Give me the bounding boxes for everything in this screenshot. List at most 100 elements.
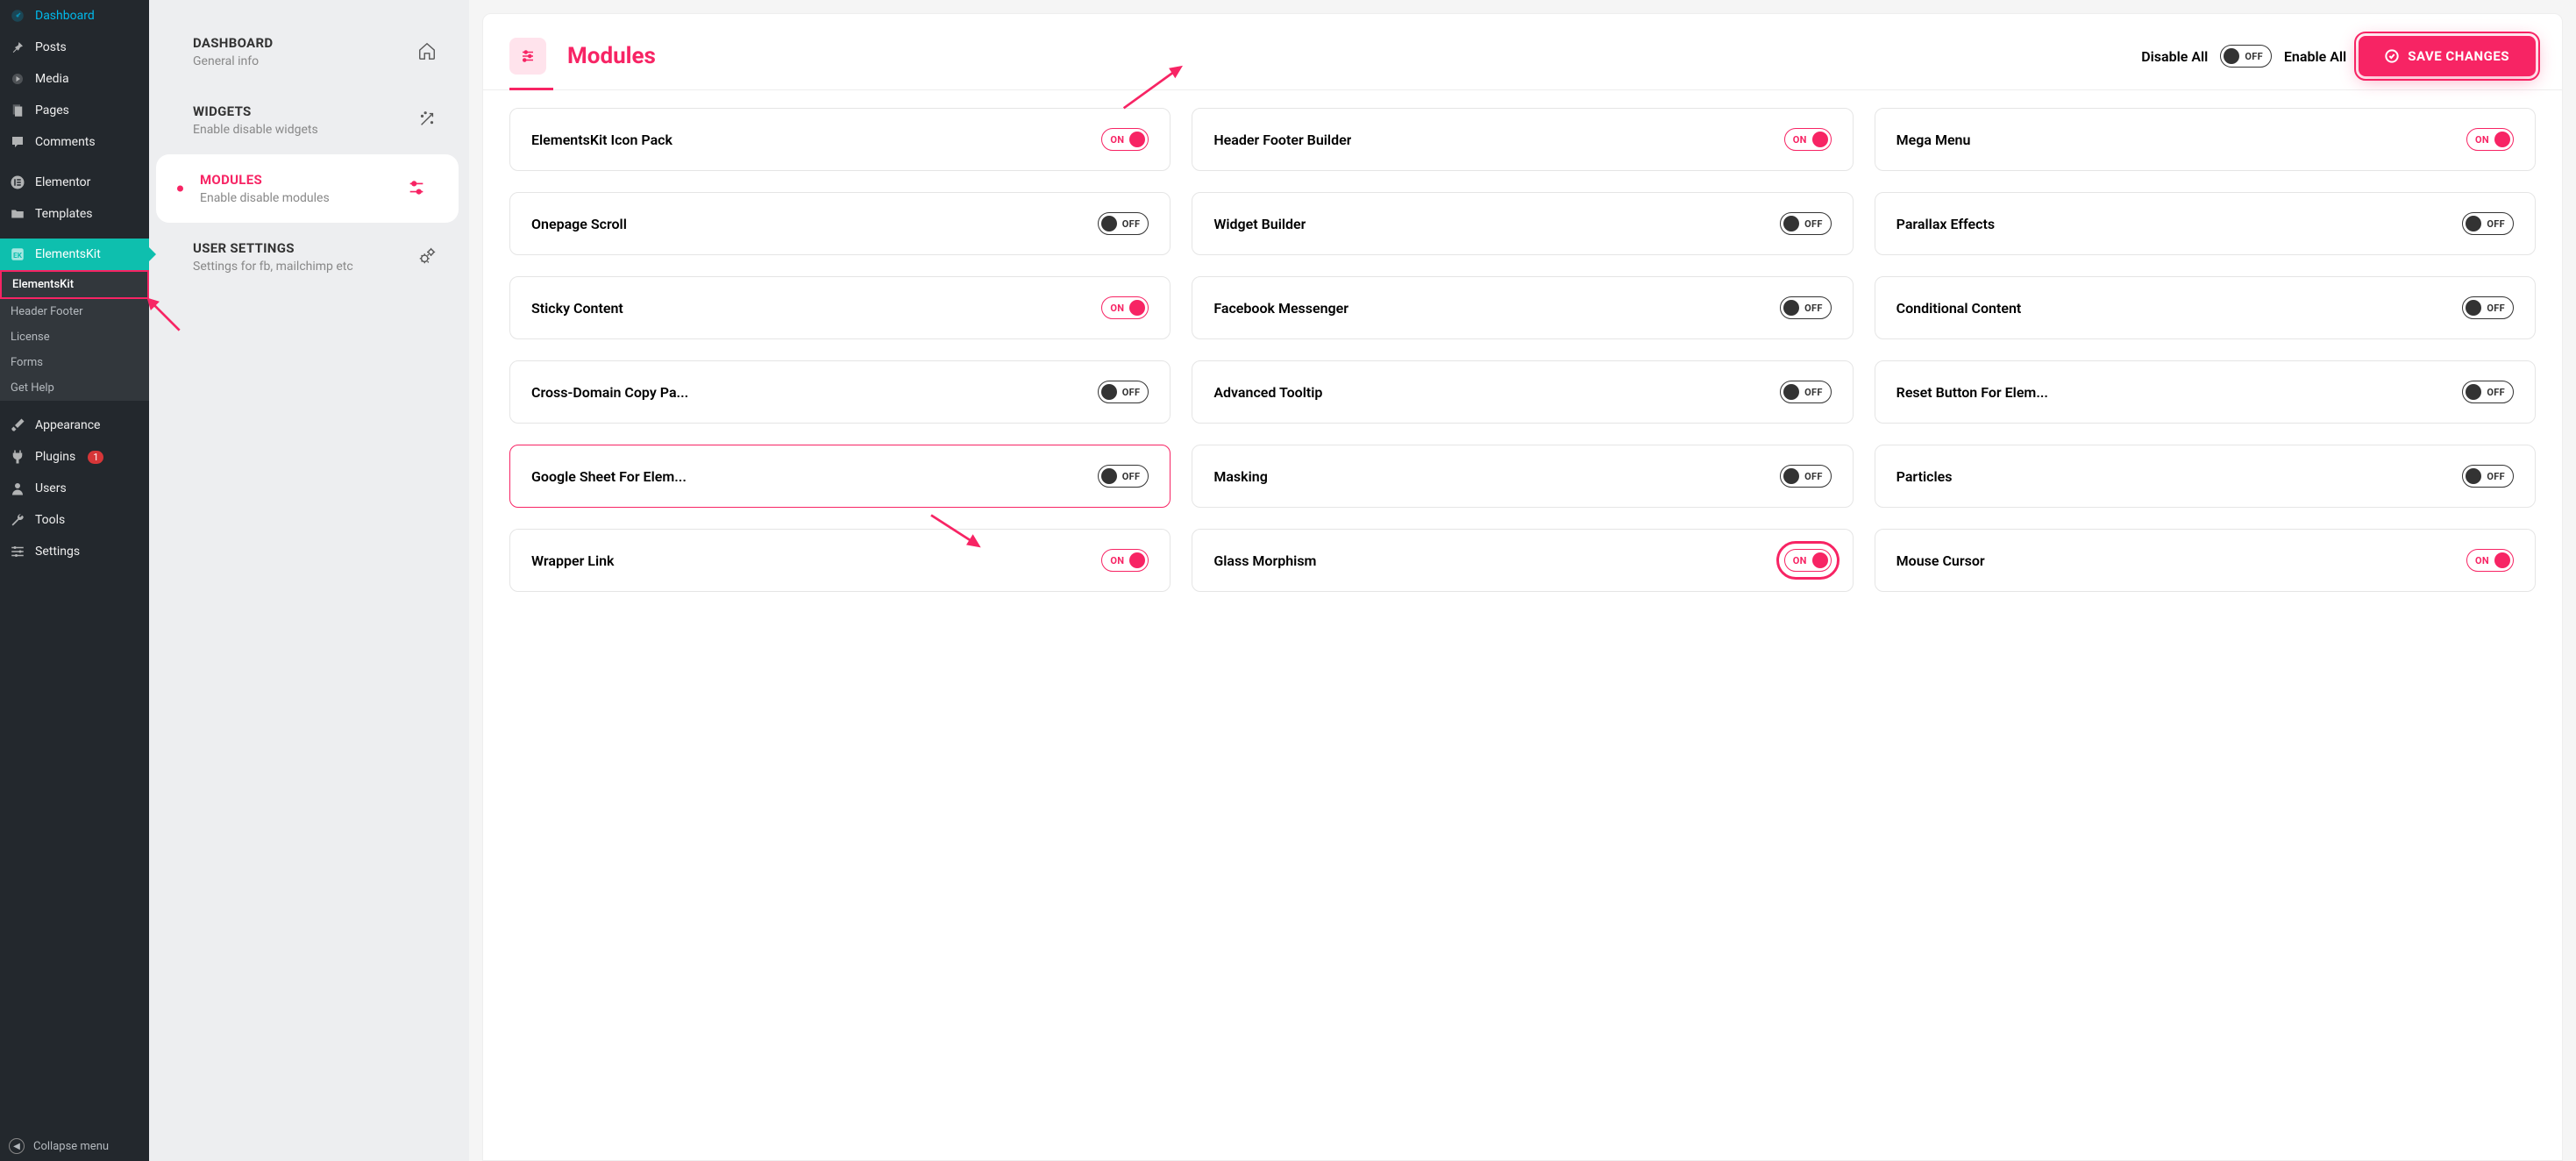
ek-nav-user-settings[interactable]: USER SETTINGSSettings for fb, mailchimp … [149, 223, 469, 291]
module-name: Conditional Content [1896, 300, 2022, 317]
module-card: Cross-Domain Copy Pa... OFF [509, 360, 1171, 424]
toggle-knob [1129, 552, 1145, 568]
module-name: Cross-Domain Copy Pa... [531, 384, 688, 401]
wp-menu-templates[interactable]: Templates [0, 198, 149, 230]
wp-menu-media[interactable]: Media [0, 63, 149, 95]
plug-icon [9, 448, 26, 466]
nav-text: USER SETTINGSSettings for fb, mailchimp … [193, 240, 353, 274]
save-changes-button[interactable]: SAVE CHANGES [2359, 36, 2536, 76]
wp-menu-comments[interactable]: Comments [0, 126, 149, 158]
wp-menu-settings[interactable]: Settings [0, 536, 149, 567]
submenu-get-help[interactable]: Get Help [0, 375, 149, 401]
toggle-knob [1783, 468, 1799, 484]
header-actions: Disable All OFF Enable All SAVE CHANGES [2141, 36, 2536, 76]
module-card: Mouse Cursor ON [1875, 529, 2536, 592]
toggle-label: ON [2470, 555, 2494, 566]
nav-text: WIDGETSEnable disable widgets [193, 103, 318, 137]
module-toggle[interactable]: ON [2466, 549, 2514, 572]
sliders-icon [9, 543, 26, 560]
toggle-label: ON [1105, 555, 1129, 566]
wp-menu-elementskit[interactable]: EKElementsKit [0, 239, 149, 270]
toggle-label: OFF [2481, 218, 2510, 230]
ek-nav-dashboard[interactable]: DASHBOARDGeneral info [149, 18, 469, 86]
toggle-knob [1129, 132, 1145, 147]
module-toggle[interactable]: ON [1101, 296, 1149, 319]
module-toggle[interactable]: ON [2466, 128, 2514, 151]
wp-menu-tools[interactable]: Tools [0, 504, 149, 536]
toggle-knob [2466, 384, 2481, 400]
module-card: Conditional Content OFF [1875, 276, 2536, 339]
nav-text: DASHBOARDGeneral info [193, 35, 273, 68]
save-button-label: SAVE CHANGES [2408, 48, 2509, 64]
module-toggle[interactable]: OFF [2462, 465, 2514, 488]
module-toggle[interactable]: OFF [1780, 381, 1832, 403]
comment-icon [9, 133, 26, 151]
pin-icon [9, 39, 26, 56]
module-card: Wrapper LinkON [509, 529, 1171, 592]
wp-menu-plugins[interactable]: Plugins1 [0, 441, 149, 473]
menu-label: Settings [35, 545, 80, 559]
module-name: Header Footer Builder [1213, 132, 1351, 148]
toggle-knob [2494, 132, 2510, 147]
module-name: Mouse Cursor [1896, 552, 1985, 569]
module-toggle[interactable]: OFF [1780, 212, 1832, 235]
disable-all-button[interactable]: Disable All [2141, 48, 2208, 65]
modules-grid: ElementsKit Icon PackONHeader Footer Bui… [483, 90, 2562, 609]
toggle-knob [1783, 384, 1799, 400]
nav-title: USER SETTINGS [193, 240, 353, 256]
submenu-elementskit[interactable]: ElementsKit [0, 270, 149, 299]
wp-menu-dashboard[interactable]: Dashboard [0, 0, 149, 32]
gear-icon [417, 246, 438, 267]
enable-all-button[interactable]: Enable All [2284, 48, 2346, 65]
module-toggle[interactable]: OFF [1780, 296, 1832, 319]
sliders-icon [407, 178, 428, 199]
module-card: Facebook MessengerOFF [1192, 276, 1853, 339]
module-toggle[interactable]: OFF [2462, 381, 2514, 403]
toggle-label: ON [2470, 134, 2494, 146]
wp-menu-posts[interactable]: Posts [0, 32, 149, 63]
submenu-forms[interactable]: Forms [0, 350, 149, 375]
ek-nav-modules[interactable]: MODULESEnable disable modules [156, 154, 459, 223]
toggle-label: OFF [1117, 387, 1146, 398]
module-toggle[interactable]: ON [1784, 549, 1832, 572]
module-card: Glass MorphismON [1192, 529, 1853, 592]
wp-menu-users[interactable]: Users [0, 473, 149, 504]
module-card: Onepage ScrollOFF [509, 192, 1171, 255]
module-toggle[interactable]: OFF [1780, 465, 1832, 488]
module-toggle[interactable]: OFF [2462, 212, 2514, 235]
global-toggle[interactable]: OFF [2220, 45, 2272, 68]
module-toggle[interactable]: ON [1101, 128, 1149, 151]
toggle-label: OFF [1799, 387, 1828, 398]
ek-nav-widgets[interactable]: WIDGETSEnable disable widgets [149, 86, 469, 154]
module-toggle[interactable]: OFF [1098, 212, 1149, 235]
module-card: Parallax EffectsOFF [1875, 192, 2536, 255]
module-toggle[interactable]: OFF [2462, 296, 2514, 319]
submenu-header-footer[interactable]: Header Footer [0, 299, 149, 324]
toggle-label: OFF [2481, 387, 2510, 398]
collapse-icon: ◀ [9, 1138, 25, 1154]
module-toggle[interactable]: ON [1101, 549, 1149, 572]
module-card: Google Sheet For Elem...OFF [509, 445, 1171, 508]
module-name: Mega Menu [1896, 132, 1971, 148]
module-name: Reset Button For Elem... [1896, 384, 2048, 401]
module-name: Sticky Content [531, 300, 623, 317]
module-card: Sticky Content ON [509, 276, 1171, 339]
module-name: Widget Builder [1213, 216, 1306, 232]
wand-icon [417, 110, 438, 131]
toggle-label: ON [1105, 134, 1129, 146]
collapse-menu[interactable]: ◀ Collapse menu [0, 1131, 149, 1161]
toggle-label: OFF [1799, 303, 1828, 314]
wp-menu-pages[interactable]: Pages [0, 95, 149, 126]
menu-label: Tools [35, 513, 65, 527]
elementskit-settings-nav: DASHBOARDGeneral info WIDGETSEnable disab… [149, 0, 469, 1161]
module-toggle[interactable]: OFF [1098, 381, 1149, 403]
submenu-license[interactable]: License [0, 324, 149, 350]
module-toggle[interactable]: OFF [1098, 465, 1149, 488]
module-card: Header Footer Builder ON [1192, 108, 1853, 171]
module-toggle[interactable]: ON [1784, 128, 1832, 151]
wp-menu-elementor[interactable]: Elementor [0, 167, 149, 198]
ek-icon: EK [9, 246, 26, 263]
wp-menu-appearance[interactable]: Appearance [0, 410, 149, 441]
modules-icon [509, 38, 546, 75]
module-name: Particles [1896, 468, 1953, 485]
